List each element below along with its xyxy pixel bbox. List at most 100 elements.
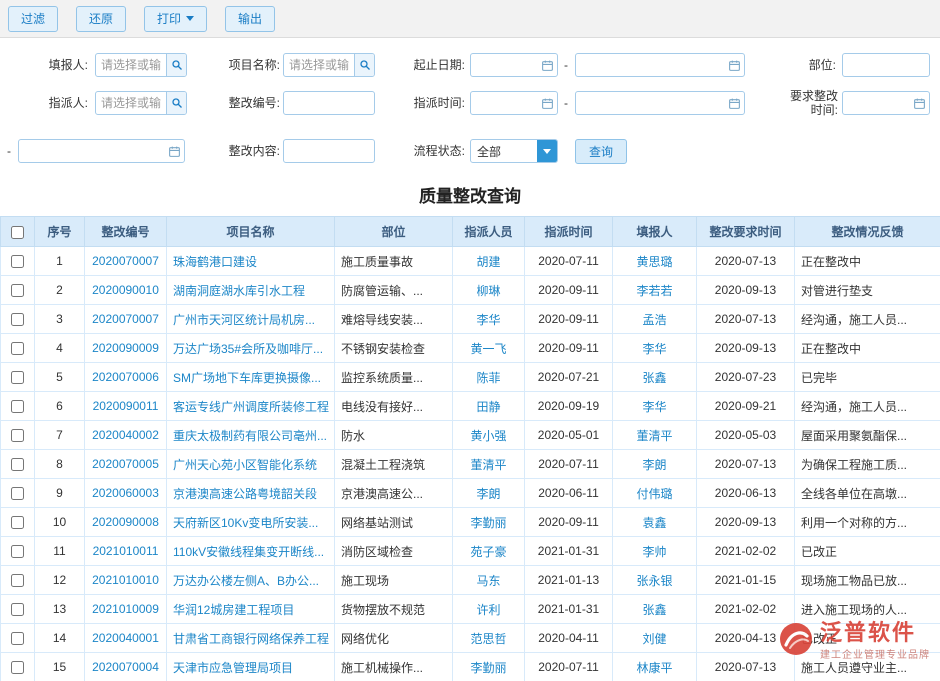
end-date-input[interactable] xyxy=(576,54,724,76)
table-row: 142020040001甘肃省工商银行网络保养工程网络优化范思哲2020-04-… xyxy=(1,624,940,653)
column-header-code: 整改编号 xyxy=(85,217,167,247)
row-checkbox[interactable] xyxy=(11,516,24,529)
range-separator: - xyxy=(7,144,11,158)
cell-code[interactable]: 2021010011 xyxy=(85,537,167,566)
cell-project[interactable]: 广州天心苑小区智能化系统 xyxy=(167,450,335,479)
calendar-icon[interactable] xyxy=(724,92,744,114)
cell-feedback: 经沟通，施工人员... xyxy=(795,305,940,334)
cell-require_time: 2020-04-13 xyxy=(697,624,795,653)
cell-code[interactable]: 2020090008 xyxy=(85,508,167,537)
cell-code[interactable]: 2020070004 xyxy=(85,653,167,681)
cell-part: 监控系统质量... xyxy=(335,363,453,392)
row-checkbox[interactable] xyxy=(11,284,24,297)
output-button[interactable]: 输出 xyxy=(225,6,275,32)
cell-project[interactable]: 华润12城房建工程项目 xyxy=(167,595,335,624)
row-checkbox[interactable] xyxy=(11,400,24,413)
require-time-start-input[interactable] xyxy=(843,92,909,114)
reporter-input[interactable] xyxy=(96,54,166,76)
cell-code[interactable]: 2020070005 xyxy=(85,450,167,479)
cell-feedback: 正在整改中 xyxy=(795,247,940,276)
cell-project[interactable]: 京港澳高速公路粤境韶关段 xyxy=(167,479,335,508)
part-input-wrap xyxy=(842,53,930,77)
cell-code[interactable]: 2020090011 xyxy=(85,392,167,421)
cell-feedback: 已改正 xyxy=(795,624,940,653)
start-date-input[interactable] xyxy=(471,54,537,76)
cell-code[interactable]: 2020060003 xyxy=(85,479,167,508)
require-time-end-input[interactable] xyxy=(19,140,164,162)
dropdown-arrow-icon[interactable] xyxy=(537,140,557,162)
row-checkbox[interactable] xyxy=(11,255,24,268)
cell-project[interactable]: 广州市天河区统计局机房... xyxy=(167,305,335,334)
cell-project[interactable]: 客运专线广州调度所装修工程 xyxy=(167,392,335,421)
print-button[interactable]: 打印 xyxy=(144,6,207,32)
cell-project[interactable]: 湖南洞庭湖水库引水工程 xyxy=(167,276,335,305)
cell-part: 施工质量事故 xyxy=(335,247,453,276)
row-checkbox[interactable] xyxy=(11,632,24,645)
reporter-label: 填报人: xyxy=(18,58,88,72)
cell-code[interactable]: 2021010010 xyxy=(85,566,167,595)
cell-code[interactable]: 2020090009 xyxy=(85,334,167,363)
cell-code[interactable]: 2020090010 xyxy=(85,276,167,305)
search-icon[interactable] xyxy=(166,92,186,114)
restore-button[interactable]: 还原 xyxy=(76,6,126,32)
column-header-assign_time: 指派时间 xyxy=(525,217,613,247)
calendar-icon[interactable] xyxy=(537,54,557,76)
row-checkbox[interactable] xyxy=(11,487,24,500)
cell-code[interactable]: 2020070007 xyxy=(85,305,167,334)
search-icon[interactable] xyxy=(166,54,186,76)
content-label: 整改内容: xyxy=(198,144,280,158)
cell-seq: 9 xyxy=(35,479,85,508)
row-checkbox[interactable] xyxy=(11,342,24,355)
code-input[interactable] xyxy=(284,92,374,114)
cell-project[interactable]: 天津市应急管理局项目 xyxy=(167,653,335,681)
content-input[interactable] xyxy=(284,140,374,162)
cell-code[interactable]: 2020070007 xyxy=(85,247,167,276)
cell-part: 不锈钢安装检查 xyxy=(335,334,453,363)
cell-require_time: 2020-07-23 xyxy=(697,363,795,392)
cell-assignee: 胡建 xyxy=(453,247,525,276)
cell-code[interactable]: 2020040001 xyxy=(85,624,167,653)
cell-project[interactable]: 珠海鹤港口建设 xyxy=(167,247,335,276)
part-input[interactable] xyxy=(843,54,929,76)
print-button-label: 打印 xyxy=(157,10,181,27)
row-checkbox[interactable] xyxy=(11,603,24,616)
row-checkbox[interactable] xyxy=(11,313,24,326)
row-checkbox[interactable] xyxy=(11,371,24,384)
calendar-icon[interactable] xyxy=(724,54,744,76)
cell-project[interactable]: 重庆太极制药有限公司亳州... xyxy=(167,421,335,450)
cell-project[interactable]: SM广场地下车库更换摄像... xyxy=(167,363,335,392)
assigner-input[interactable] xyxy=(96,92,166,114)
cell-reporter: 张鑫 xyxy=(613,363,697,392)
row-checkbox[interactable] xyxy=(11,661,24,674)
cell-project[interactable]: 甘肃省工商银行网络保养工程 xyxy=(167,624,335,653)
assign-time-start-input[interactable] xyxy=(471,92,537,114)
cell-code[interactable]: 2021010009 xyxy=(85,595,167,624)
project-name-input[interactable] xyxy=(284,54,354,76)
row-checkbox[interactable] xyxy=(11,429,24,442)
range-separator: - xyxy=(564,58,568,72)
cell-project[interactable]: 万达办公楼左侧A、B办公... xyxy=(167,566,335,595)
calendar-icon[interactable] xyxy=(164,140,184,162)
calendar-icon[interactable] xyxy=(537,92,557,114)
cell-code[interactable]: 2020070006 xyxy=(85,363,167,392)
cell-assign_time: 2020-09-11 xyxy=(525,305,613,334)
filter-button[interactable]: 过滤 xyxy=(8,6,58,32)
cell-reporter: 孟浩 xyxy=(613,305,697,334)
row-checkbox[interactable] xyxy=(11,545,24,558)
cell-project[interactable]: 天府新区10Kv变电所安装... xyxy=(167,508,335,537)
status-select[interactable]: 全部 xyxy=(470,139,558,163)
cell-part: 防水 xyxy=(335,421,453,450)
cell-part: 京港澳高速公... xyxy=(335,479,453,508)
query-button[interactable]: 查询 xyxy=(575,139,627,164)
toolbar: 过滤 还原 打印 输出 xyxy=(0,0,940,38)
cell-code[interactable]: 2020040002 xyxy=(85,421,167,450)
cell-project[interactable]: 万达广场35#会所及咖啡厅... xyxy=(167,334,335,363)
cell-project[interactable]: 110kV安徽线程集变开断线... xyxy=(167,537,335,566)
table-row: 42020090009万达广场35#会所及咖啡厅...不锈钢安装检查黄一飞202… xyxy=(1,334,940,363)
calendar-icon[interactable] xyxy=(909,92,929,114)
row-checkbox[interactable] xyxy=(11,458,24,471)
select-all-checkbox[interactable] xyxy=(11,226,24,239)
assign-time-end-input[interactable] xyxy=(576,92,724,114)
search-icon[interactable] xyxy=(354,54,374,76)
row-checkbox[interactable] xyxy=(11,574,24,587)
